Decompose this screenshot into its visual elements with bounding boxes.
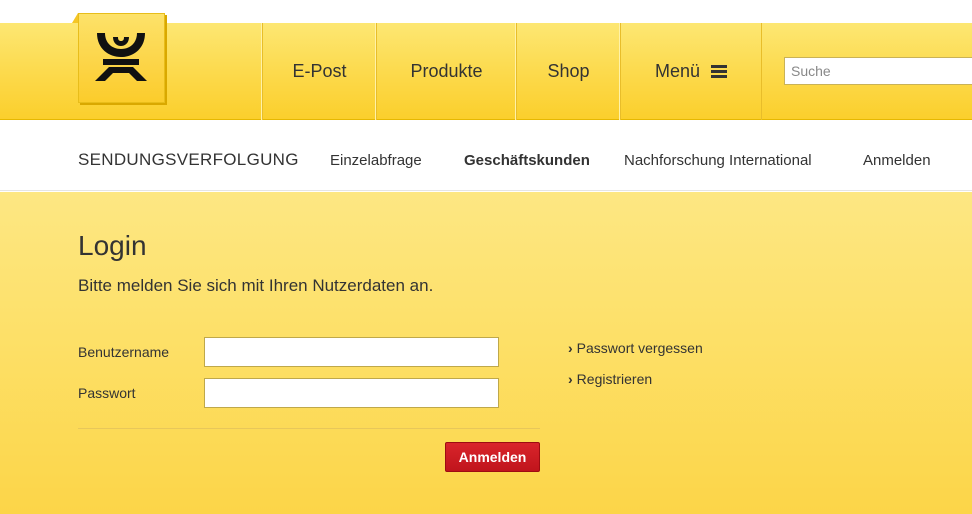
login-instructions: Bitte melden Sie sich mit Ihren Nutzerda… bbox=[78, 276, 434, 295]
nav-menu-label: Menü bbox=[654, 61, 701, 81]
register-label: Registrieren bbox=[576, 371, 653, 387]
sub-navigation: SENDUNGSVERFOLGUNG Einzelabfrage Geschäf… bbox=[0, 121, 972, 191]
password-field[interactable] bbox=[204, 378, 499, 408]
top-header: E-Post Produkte Shop Menü bbox=[0, 0, 972, 120]
page-title: Login bbox=[78, 230, 147, 261]
subnav-einzelabfrage[interactable]: Einzelabfrage bbox=[330, 152, 422, 169]
nav-produkte[interactable]: Produkte bbox=[376, 23, 516, 120]
register-link[interactable]: › Registrieren bbox=[568, 371, 652, 387]
main-nav: E-Post Produkte Shop Menü bbox=[262, 23, 762, 120]
forgot-password-label: Passwort vergessen bbox=[576, 340, 703, 356]
hamburger-icon bbox=[711, 63, 728, 80]
forgot-password-link[interactable]: › Passwort vergessen bbox=[568, 340, 703, 356]
posthorn-icon bbox=[95, 33, 147, 81]
subnav-anmelden[interactable]: Anmelden bbox=[863, 152, 931, 169]
chevron-right-icon: › bbox=[568, 371, 573, 387]
section-title: SENDUNGSVERFOLGUNG bbox=[78, 150, 299, 169]
username-field[interactable] bbox=[204, 337, 499, 367]
nav-shop-label: Shop bbox=[547, 61, 590, 81]
username-label: Benutzername bbox=[78, 344, 170, 360]
nav-menu[interactable]: Menü bbox=[620, 23, 762, 120]
subnav-nachforschung-international[interactable]: Nachforschung International bbox=[624, 152, 812, 169]
chevron-right-icon: › bbox=[568, 340, 573, 356]
nav-shop[interactable]: Shop bbox=[516, 23, 620, 120]
nav-e-post-label: E-Post bbox=[292, 61, 347, 81]
login-submit-button[interactable]: Anmelden bbox=[445, 442, 540, 472]
search-input[interactable] bbox=[784, 57, 972, 85]
deutsche-post-logo[interactable] bbox=[78, 13, 165, 103]
subnav-geschaeftskunden[interactable]: Geschäftskunden bbox=[464, 152, 590, 169]
nav-e-post[interactable]: E-Post bbox=[262, 23, 376, 120]
nav-produkte-label: Produkte bbox=[410, 61, 483, 81]
password-label: Passwort bbox=[78, 385, 136, 401]
login-section: Login Bitte melden Sie sich mit Ihren Nu… bbox=[0, 192, 972, 514]
form-divider bbox=[78, 428, 540, 429]
